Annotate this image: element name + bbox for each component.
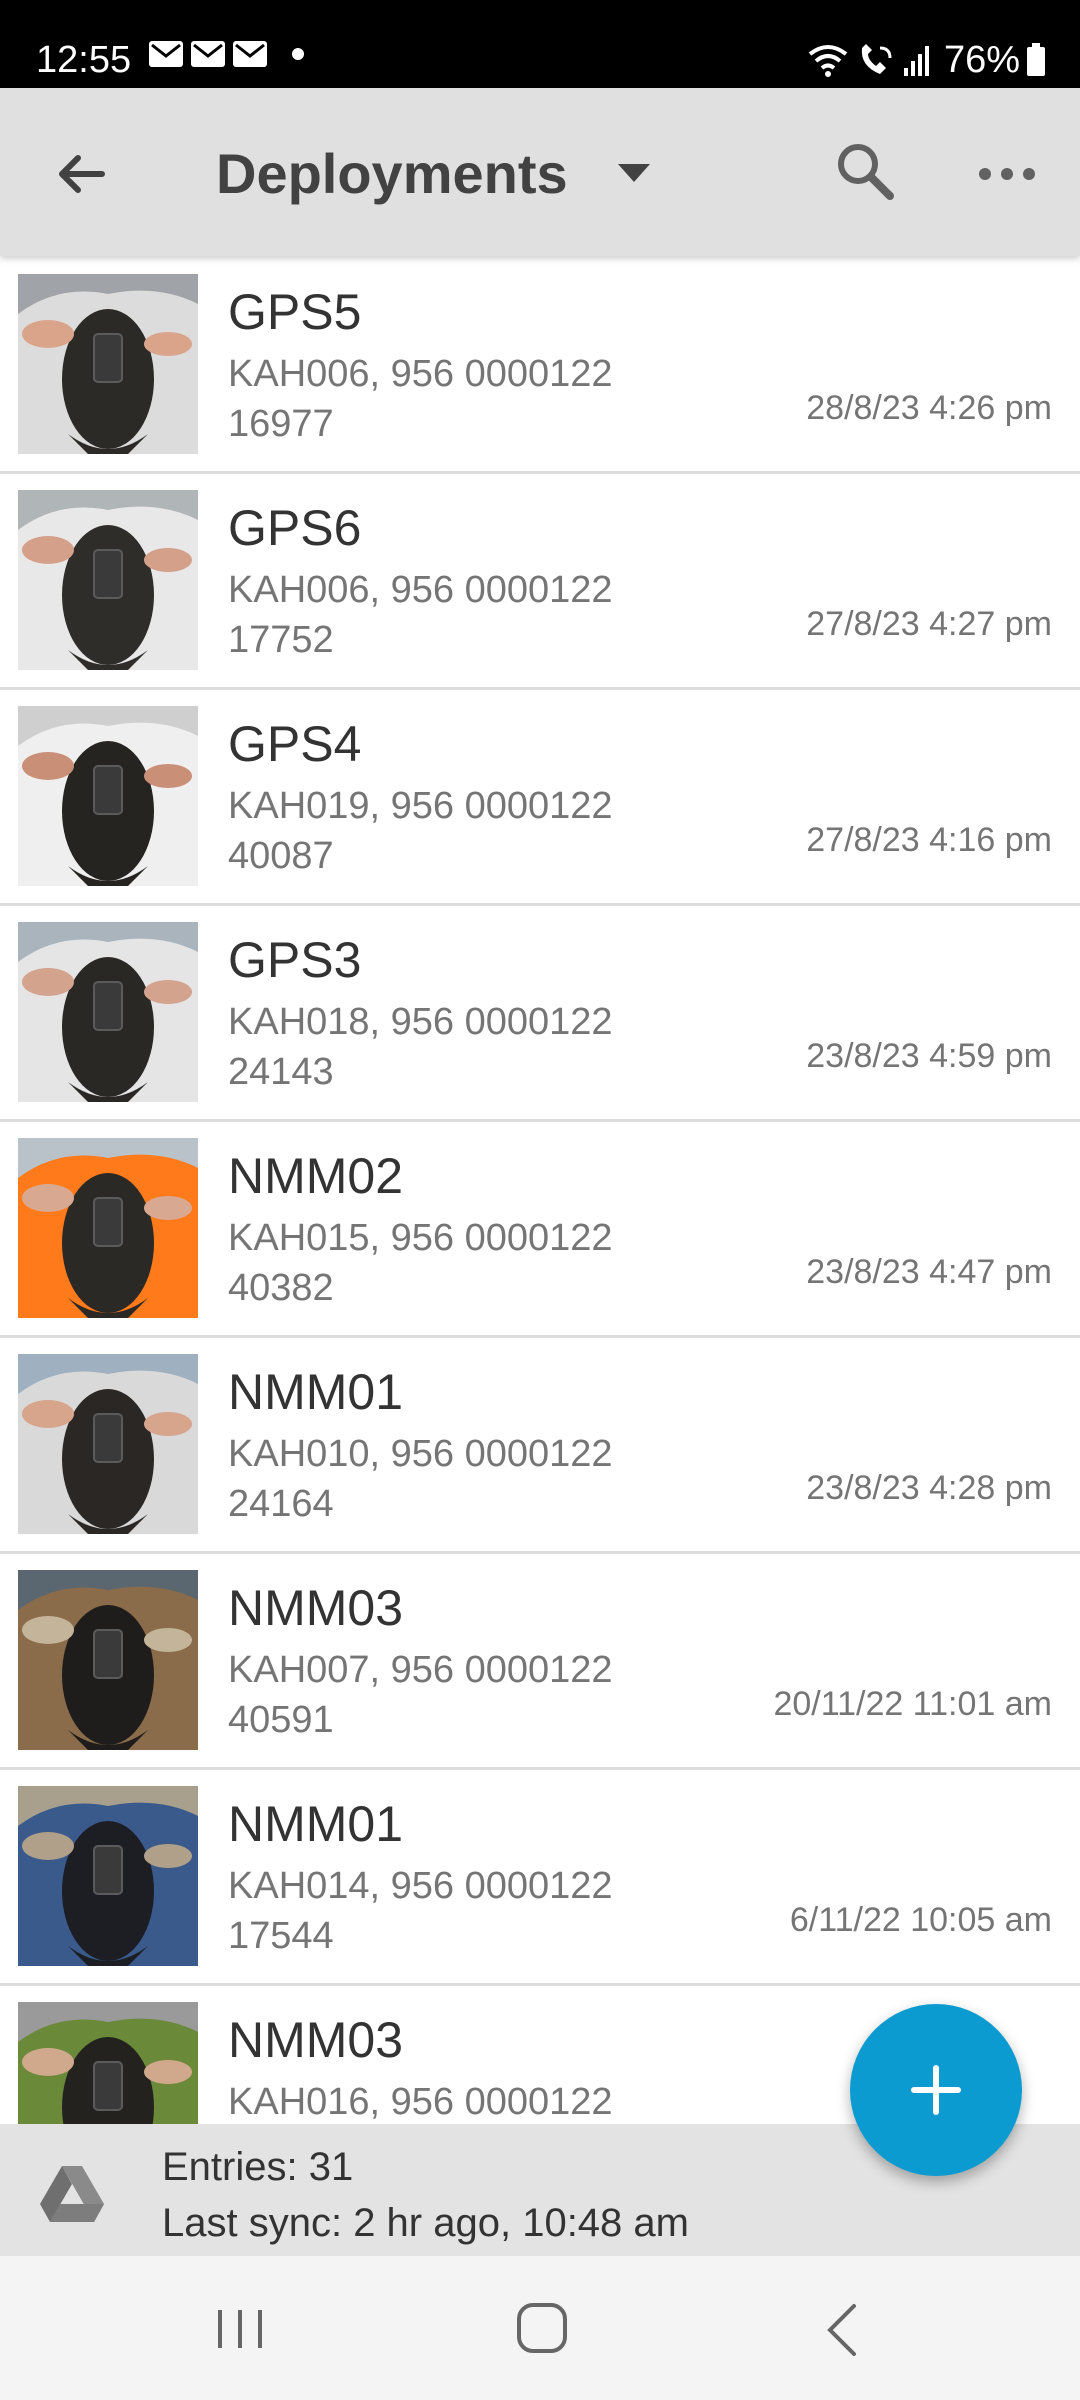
- page-title[interactable]: Deployments: [216, 136, 568, 212]
- search-icon[interactable]: [830, 136, 900, 206]
- deployment-thumbnail: [18, 706, 198, 886]
- deployment-thumbnail: [18, 1138, 198, 1318]
- deployment-list[interactable]: GPS5 KAH006, 956 0000122 16977 28/8/23 4:26…: [0, 258, 1080, 2124]
- notification-icons: [148, 40, 304, 68]
- back-arrow-icon[interactable]: [44, 136, 120, 212]
- deployment-thumbnail: [18, 490, 198, 670]
- mail-icon: [149, 41, 183, 67]
- deployment-title: NMM01: [228, 1364, 404, 1420]
- deployment-row[interactable]: GPS4 KAH019, 956 0000122 40087 27/8/23 4:16…: [0, 690, 1080, 906]
- deployment-thumbnail: [18, 1354, 198, 1534]
- recents-icon[interactable]: [210, 2304, 270, 2354]
- home-icon[interactable]: [514, 2300, 570, 2356]
- deployment-title: GPS4: [228, 716, 362, 772]
- add-deployment-button[interactable]: [850, 2004, 1022, 2176]
- deployment-date: 27/8/23 4:16 pm: [806, 821, 1052, 859]
- deployment-date: 23/8/23 4:59 pm: [806, 1037, 1052, 1075]
- deployment-date: 28/8/23 4:26 pm: [806, 389, 1052, 427]
- wifi-calling-icon: [861, 44, 892, 74]
- mail-icon: [191, 41, 225, 67]
- deployment-title: NMM01: [228, 1796, 404, 1852]
- deployment-date: 27/8/23 4:27 pm: [806, 605, 1052, 643]
- system-nav-bar: [0, 2256, 1080, 2400]
- entries-count: Entries: 31: [162, 2145, 354, 2189]
- signal-icon: [903, 46, 929, 76]
- deployment-thumbnail: [18, 1570, 198, 1750]
- deployment-thumbnail: [18, 2002, 198, 2124]
- deployment-subtitle-2: 17544: [228, 1915, 334, 1957]
- plus-icon: [911, 2065, 961, 2115]
- deployment-title: GPS5: [228, 284, 362, 340]
- deployment-row[interactable]: NMM02 KAH015, 956 0000122 40382 23/8/23 4:4…: [0, 1122, 1080, 1338]
- chevron-down-icon[interactable]: [614, 158, 654, 188]
- deployment-date: 6/11/22 10:05 am: [789, 1901, 1052, 1939]
- system-status: 76%: [806, 36, 1046, 84]
- dot-icon: [292, 48, 304, 60]
- battery-icon: [1027, 43, 1045, 76]
- deployment-date: 23/8/23 4:28 pm: [806, 1469, 1052, 1507]
- deployment-row[interactable]: NMM01 KAH010, 956 0000122 24164 23/8/23 4:2…: [0, 1338, 1080, 1554]
- deployment-subtitle: KAH016, 956 0000122: [228, 2081, 613, 2123]
- deployment-title: NMM03: [228, 2012, 404, 2068]
- status-bar: 12:55 76%: [0, 0, 1080, 88]
- deployment-subtitle-2: 16977: [228, 403, 334, 445]
- deployment-subtitle: KAH014, 956 0000122: [228, 1865, 613, 1907]
- deployment-row[interactable]: GPS3 KAH018, 956 0000122 24143 23/8/23 4:59…: [0, 906, 1080, 1122]
- deployment-subtitle-2: 24164: [228, 1483, 334, 1525]
- deployment-date: 23/8/23 4:47 pm: [806, 1253, 1052, 1291]
- deployment-subtitle: KAH010, 956 0000122: [228, 1433, 613, 1475]
- deployment-subtitle: KAH015, 956 0000122: [228, 1217, 613, 1259]
- more-icon[interactable]: [972, 144, 1042, 204]
- deployment-subtitle-2: 40591: [228, 1699, 334, 1741]
- deployment-title: GPS6: [228, 500, 362, 556]
- last-sync: Last sync: 2 hr ago, 10:48 am: [162, 2201, 689, 2245]
- deployment-subtitle-2: 24143: [228, 1051, 334, 1093]
- deployment-title: NMM02: [228, 1148, 404, 1204]
- deployment-row[interactable]: GPS6 KAH006, 956 0000122 17752 27/8/23 4:27…: [0, 474, 1080, 690]
- deployment-row[interactable]: NMM01 KAH014, 956 0000122 17544 6/11/22 10:…: [0, 1770, 1080, 1986]
- deployment-title: NMM03: [228, 1580, 404, 1636]
- status-time: 12:55: [36, 39, 132, 81]
- battery-percentage: 76%: [943, 39, 1020, 81]
- nav-back-icon[interactable]: [822, 2300, 862, 2360]
- deployment-row[interactable]: GPS5 KAH006, 956 0000122 16977 28/8/23 4:26…: [0, 258, 1080, 474]
- deployment-subtitle: KAH006, 956 0000122: [228, 353, 613, 395]
- deployment-subtitle: KAH019, 956 0000122: [228, 785, 613, 827]
- deployment-subtitle: KAH006, 956 0000122: [228, 569, 613, 611]
- deployment-row[interactable]: NMM03 KAH007, 956 0000122 40591 20/11/22 11…: [0, 1554, 1080, 1770]
- deployment-title: GPS3: [228, 932, 362, 988]
- deployment-subtitle: KAH018, 956 0000122: [228, 1001, 613, 1043]
- deployment-subtitle: KAH007, 956 0000122: [228, 1649, 613, 1691]
- app-bar: Deployments: [0, 88, 1080, 256]
- deployment-subtitle-2: 40382: [228, 1267, 334, 1309]
- deployment-subtitle-2: 17752: [228, 619, 334, 661]
- mail-icon: [233, 41, 267, 67]
- deployment-date: 20/11/22 11:01 am: [773, 1685, 1052, 1723]
- deployment-subtitle-2: 40087: [228, 835, 334, 877]
- wifi-icon: [808, 45, 848, 77]
- deployment-thumbnail: [18, 922, 198, 1102]
- deployment-thumbnail: [18, 274, 198, 454]
- google-drive-icon: [40, 2166, 104, 2222]
- deployment-thumbnail: [18, 1786, 198, 1966]
